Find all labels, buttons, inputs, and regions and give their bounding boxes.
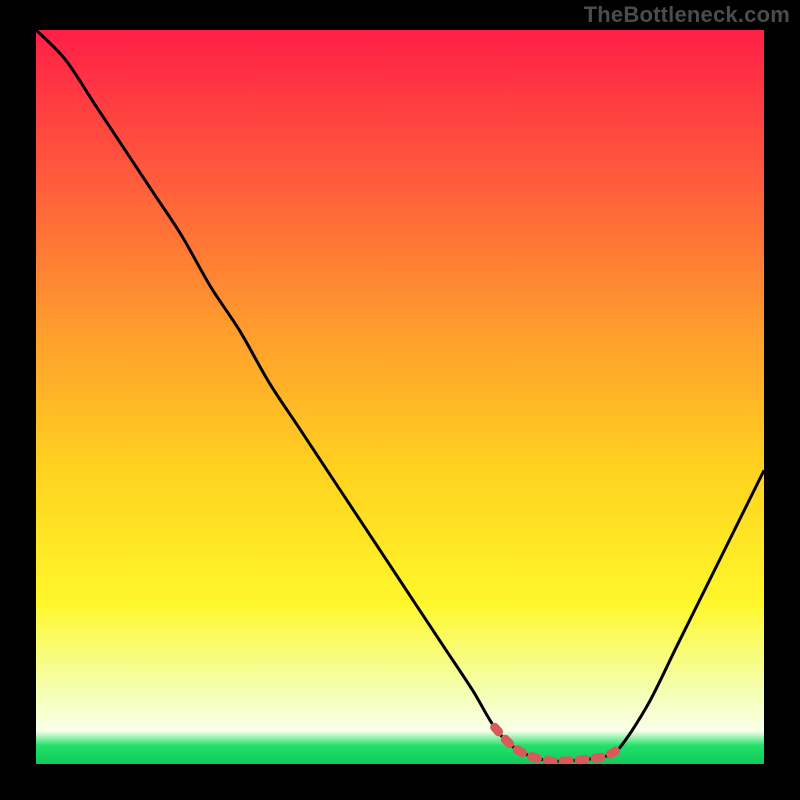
chart-background (36, 30, 764, 764)
chart-svg (36, 30, 764, 764)
chart-frame: TheBottleneck.com (0, 0, 800, 800)
plot-area (36, 30, 764, 764)
watermark-text: TheBottleneck.com (584, 2, 790, 28)
